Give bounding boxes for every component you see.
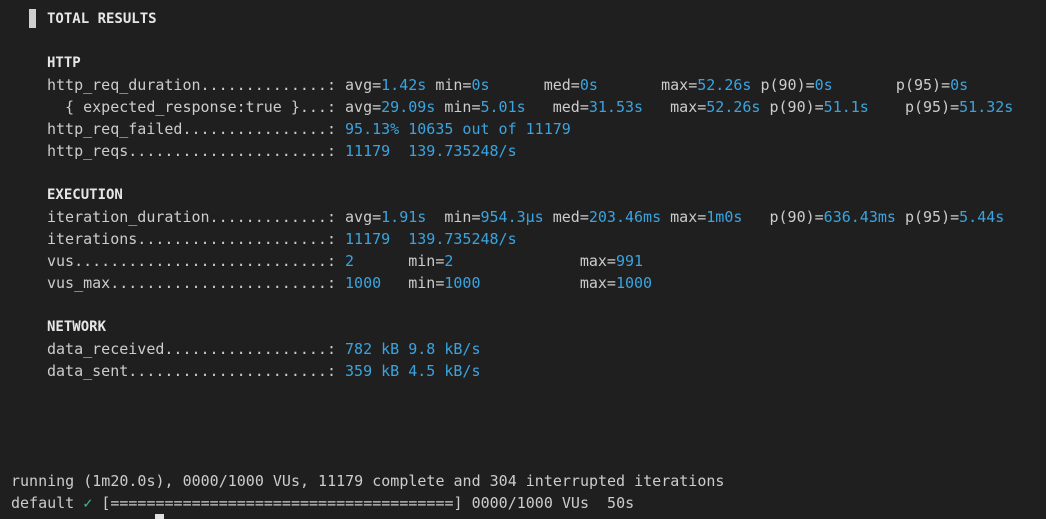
metric-label: http_req_failed................: bbox=[47, 120, 346, 138]
max-key: max= bbox=[643, 98, 707, 116]
min-value: 5.01s bbox=[480, 98, 526, 116]
metric-data-received: data_received..................: 782 kB … bbox=[47, 338, 480, 360]
p95-key: p(95)= bbox=[832, 76, 951, 94]
metric-vus-max: vus_max........................: 1000 mi… bbox=[47, 272, 652, 294]
metric-value: 2 bbox=[345, 252, 355, 270]
metric-http-req-failed: http_req_failed................: 95.13% … bbox=[47, 118, 571, 140]
metric-label: http_reqs......................: bbox=[47, 142, 346, 160]
execution-section-title: EXECUTION bbox=[47, 187, 123, 203]
p90-value: 51.1s bbox=[823, 98, 869, 116]
med-key: med= bbox=[489, 76, 580, 94]
avg-key: avg= bbox=[345, 208, 382, 226]
p90-value: 636.43ms bbox=[823, 208, 896, 226]
p90-key: p(90)= bbox=[742, 208, 824, 226]
metric-label: data_sent......................: bbox=[47, 362, 346, 380]
metric-value: 782 kB 9.8 kB/s bbox=[345, 340, 481, 358]
terminal-window: { "header": { "title": "TOTAL RESULTS" }… bbox=[0, 0, 1046, 519]
p90-value: 0s bbox=[814, 76, 833, 94]
max-value: 52.26s bbox=[697, 76, 752, 94]
metric-label: vus_max........................: bbox=[47, 274, 346, 292]
network-section-title: NETWORK bbox=[47, 319, 107, 335]
metric-value: 359 kB 4.5 kB/s bbox=[345, 362, 481, 380]
max-value: 1m0s bbox=[706, 208, 743, 226]
p90-key: p(90)= bbox=[760, 98, 824, 116]
avg-value: 1.91s bbox=[381, 208, 427, 226]
min-value: 0s bbox=[471, 76, 490, 94]
med-value: 0s bbox=[579, 76, 598, 94]
max-key: max= bbox=[480, 274, 616, 292]
p95-key: p(95)= bbox=[868, 98, 960, 116]
metric-iterations: iterations.....................: 11179 1… bbox=[47, 228, 517, 250]
scenario-progress: default ✓ [=============================… bbox=[11, 492, 634, 514]
p95-value: 0s bbox=[950, 76, 969, 94]
avg-key: avg= bbox=[345, 76, 382, 94]
section-marker bbox=[29, 9, 36, 28]
min-value: 1000 bbox=[444, 274, 481, 292]
avg-key: avg= bbox=[345, 98, 382, 116]
min-key: min= bbox=[426, 208, 481, 226]
med-key: med= bbox=[543, 208, 589, 226]
min-key: min= bbox=[354, 252, 445, 270]
min-value: 954.3µs bbox=[480, 208, 544, 226]
metric-label: iterations.....................: bbox=[47, 230, 346, 248]
max-key: max= bbox=[453, 252, 616, 270]
running-status: running (1m20.0s), 0000/1000 VUs, 11179 … bbox=[11, 472, 725, 490]
min-key: min= bbox=[435, 98, 481, 116]
metric-value: 1000 bbox=[345, 274, 382, 292]
p95-value: 51.32s bbox=[959, 98, 1014, 116]
max-value: 52.26s bbox=[706, 98, 761, 116]
avg-value: 29.09s bbox=[381, 98, 436, 116]
progress-bar: [======================================]… bbox=[101, 494, 635, 512]
med-key: med= bbox=[525, 98, 589, 116]
metric-iteration-duration: iteration_duration.............: avg=1.9… bbox=[47, 206, 1004, 228]
metric-label: http_req_duration..............: bbox=[47, 76, 346, 94]
med-value: 203.46ms bbox=[588, 208, 662, 226]
results-title: TOTAL RESULTS bbox=[47, 11, 157, 27]
p90-key: p(90)= bbox=[751, 76, 815, 94]
p95-value: 5.44s bbox=[959, 208, 1005, 226]
terminal-cursor[interactable] bbox=[155, 514, 164, 519]
max-value: 1000 bbox=[615, 274, 653, 292]
metric-label: { expected_response:true }...: bbox=[47, 98, 346, 116]
metric-value: 11179 139.735248/s bbox=[345, 142, 517, 160]
p95-key: p(95)= bbox=[895, 208, 960, 226]
metric-label: data_received..................: bbox=[47, 340, 346, 358]
http-section-title: HTTP bbox=[47, 55, 81, 71]
metric-http-reqs: http_reqs......................: 11179 1… bbox=[47, 140, 517, 162]
min-key: min= bbox=[426, 76, 472, 94]
min-key: min= bbox=[381, 274, 445, 292]
max-value: 991 bbox=[615, 252, 644, 270]
metric-label: iteration_duration.............: bbox=[47, 208, 346, 226]
med-value: 31.53s bbox=[588, 98, 644, 116]
metric-expected-response: { expected_response:true }...: avg=29.09… bbox=[47, 96, 1013, 118]
max-key: max= bbox=[661, 208, 707, 226]
metric-http-req-duration: http_req_duration..............: avg=1.4… bbox=[47, 74, 968, 96]
metric-value: 95.13% 10635 out of 11179 bbox=[345, 120, 571, 138]
metric-label: vus............................: bbox=[47, 252, 346, 270]
scenario-name: default bbox=[11, 494, 75, 512]
avg-value: 1.42s bbox=[381, 76, 427, 94]
metric-value: 11179 139.735248/s bbox=[345, 230, 517, 248]
metric-vus: vus............................: 2 min=2… bbox=[47, 250, 643, 272]
max-key: max= bbox=[597, 76, 698, 94]
metric-data-sent: data_sent......................: 359 kB … bbox=[47, 360, 480, 382]
check-icon: ✓ bbox=[83, 494, 93, 512]
